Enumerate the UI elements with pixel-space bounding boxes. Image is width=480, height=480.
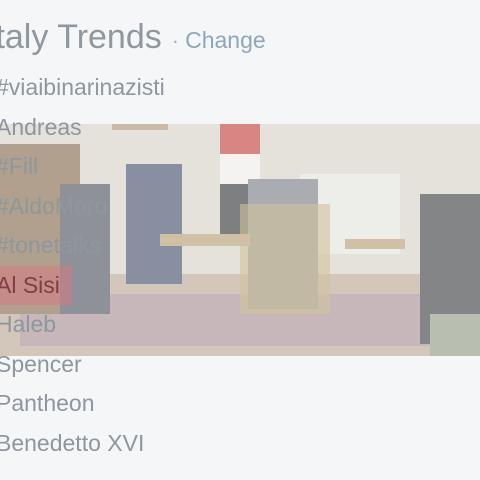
trend-item[interactable]: Haleb — [0, 305, 173, 345]
trends-header: Italy Trends · Change — [0, 18, 266, 57]
trend-item[interactable]: #AldoMoro — [0, 187, 173, 227]
trend-item[interactable]: #viaibinarinazisti — [0, 68, 173, 108]
trend-item[interactable]: Spencer — [0, 345, 173, 385]
trend-item-highlighted[interactable]: Al Sisi — [0, 265, 72, 305]
trend-item[interactable]: Benedetto XVI — [0, 424, 173, 464]
trend-item[interactable]: Andreas — [0, 108, 173, 148]
trend-item[interactable]: #tonetalks — [0, 226, 173, 266]
trends-list: #viaibinarinazisti Andreas #Fill #AldoMo… — [0, 68, 173, 463]
title-separator: · — [171, 28, 180, 53]
trend-item[interactable]: Pantheon — [0, 384, 173, 424]
trends-title: Italy Trends — [0, 18, 162, 56]
change-location-link[interactable]: Change — [185, 27, 266, 53]
trend-item[interactable]: #Fill — [0, 147, 173, 187]
